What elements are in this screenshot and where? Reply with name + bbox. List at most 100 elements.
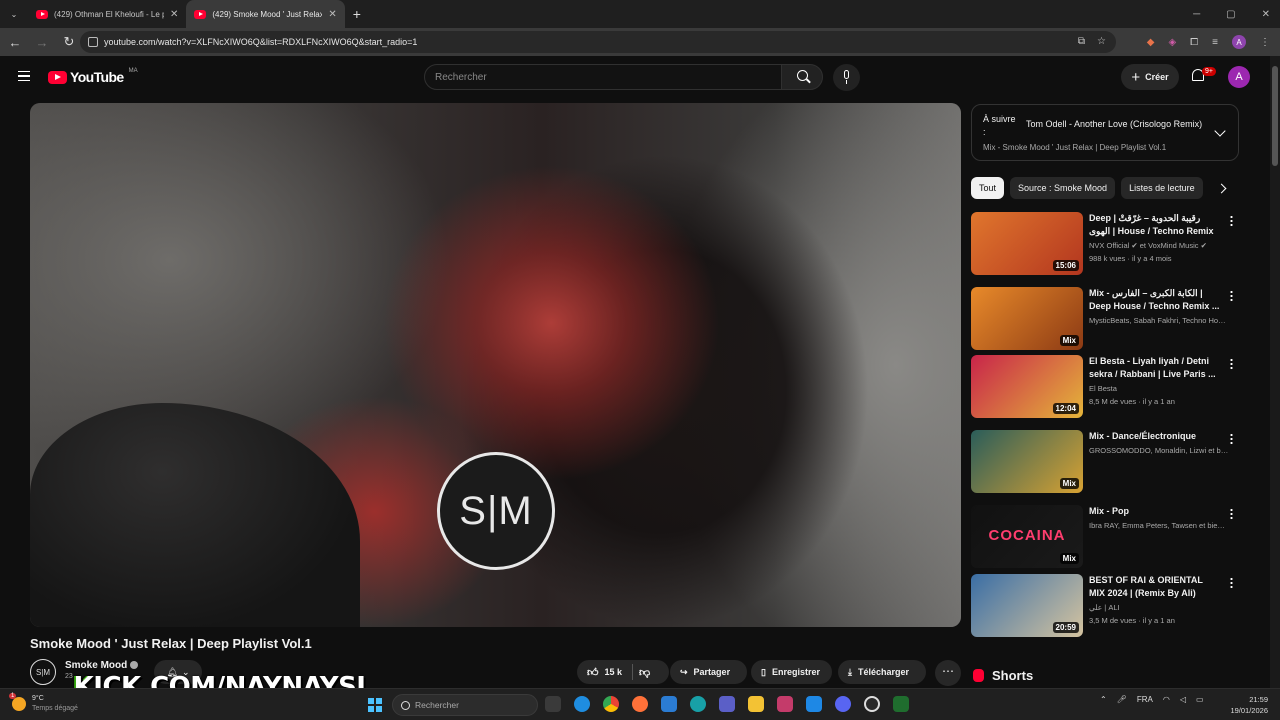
- tab-title: (429) Othman El Kheloufi - Le p: [54, 9, 164, 19]
- reload-icon[interactable]: ↻: [57, 34, 81, 50]
- more-actions-button[interactable]: ⋯: [935, 660, 961, 686]
- forward-icon[interactable]: →: [30, 35, 54, 50]
- chip-playlists[interactable]: Listes de lecture: [1121, 177, 1203, 199]
- like-count[interactable]: 15 k: [605, 667, 623, 677]
- recommendation-item[interactable]: COCAINA Mix Mix - Pop Ibra RAY, Emma Peters…: [971, 505, 1239, 569]
- file-explorer-icon[interactable]: [748, 696, 764, 712]
- channel-avatar[interactable]: S|M: [30, 659, 56, 685]
- video-thumbnail[interactable]: COCAINA Mix: [971, 505, 1083, 568]
- download-button[interactable]: ⤓ Télécharger: [838, 660, 926, 684]
- tab-close-icon[interactable]: ✕: [170, 9, 178, 20]
- wifi-icon[interactable]: ◠: [1163, 695, 1170, 704]
- video-thumbnail[interactable]: Mix: [971, 430, 1083, 493]
- more-options-icon[interactable]: [1230, 577, 1233, 588]
- video-player[interactable]: S|M: [30, 103, 961, 627]
- more-options-icon[interactable]: [1230, 508, 1233, 519]
- up-next-panel[interactable]: À suivre : Tom Odell - Another Love (Cri…: [971, 104, 1239, 161]
- browser-tab-2[interactable]: (429) Smoke Mood ' Just Relax ✕: [186, 0, 345, 28]
- save-button[interactable]: ▯ Enregistrer: [751, 660, 832, 684]
- share-button[interactable]: ↪ Partager: [670, 660, 747, 684]
- task-view-icon[interactable]: [545, 696, 561, 712]
- recommendation-title[interactable]: Mix - Dance/Électronique: [1089, 430, 1221, 443]
- browser-menu-icon[interactable]: ⋮: [1260, 37, 1270, 48]
- clock[interactable]: 21:59 19/01/2026: [1222, 694, 1268, 716]
- extension-fox-icon[interactable]: ◆: [1147, 37, 1155, 48]
- recommendation-item[interactable]: Mix Mix - Dance/Électronique GROSSOMODDO, …: [971, 430, 1239, 494]
- tab-list-chevron-icon[interactable]: ⌄: [4, 4, 24, 24]
- youtube-logo[interactable]: YouTube MA: [48, 68, 138, 85]
- recommendation-channel[interactable]: NVX Official ✔ et VoxMind Music ✔: [1089, 241, 1229, 250]
- snipping-tool-icon[interactable]: [777, 696, 793, 712]
- more-options-icon[interactable]: [1230, 215, 1233, 226]
- extension-shield-icon[interactable]: ◈: [1168, 37, 1176, 48]
- reading-list-icon[interactable]: ≡: [1212, 37, 1218, 48]
- more-options-icon[interactable]: [1230, 433, 1233, 444]
- new-tab-button[interactable]: +: [353, 6, 361, 22]
- browser-tab-1[interactable]: (429) Othman El Kheloufi - Le p ✕: [28, 0, 186, 28]
- address-bar[interactable]: youtube.com/watch?v=XLFNcXIWO6Q&list=RDX…: [80, 31, 1116, 53]
- recommendation-title[interactable]: Deep | رقيبة الحدوبة – غرّقتْ الهوى | Ho…: [1089, 212, 1221, 238]
- dislike-icon[interactable]: 👎︎: [639, 666, 650, 679]
- extensions-puzzle-icon[interactable]: ⧠: [1190, 37, 1198, 48]
- create-button[interactable]: + Créer: [1121, 64, 1179, 90]
- voice-search-button[interactable]: [833, 64, 860, 91]
- page-scrollbar[interactable]: [1270, 56, 1280, 688]
- tray-overflow-icon[interactable]: ⌃: [1100, 695, 1107, 704]
- recommendation-title[interactable]: Mix - الكابة الكبرى – الفارس | Deep Hous…: [1089, 287, 1221, 313]
- scrollbar-thumb[interactable]: [1272, 66, 1278, 166]
- chip-all[interactable]: Tout: [971, 177, 1005, 199]
- menu-icon[interactable]: [18, 71, 30, 81]
- like-icon[interactable]: 👍︎: [587, 666, 599, 679]
- more-options-icon[interactable]: [1230, 290, 1233, 301]
- video-thumbnail[interactable]: Mix: [971, 287, 1083, 350]
- site-info-icon[interactable]: [88, 37, 98, 47]
- windows-start-icon[interactable]: [368, 698, 382, 712]
- edge-icon[interactable]: [574, 696, 590, 712]
- recommendation-item[interactable]: 20:59 BEST OF RAI & ORIENTAL MIX 2024 | (…: [971, 574, 1239, 638]
- browser-profile-avatar[interactable]: A: [1232, 35, 1246, 49]
- weather-widget[interactable]: 1 9°C Temps dégagé: [9, 693, 78, 714]
- obs-icon[interactable]: [864, 696, 880, 712]
- discord-icon[interactable]: [835, 696, 851, 712]
- video-thumbnail[interactable]: 12:04: [971, 355, 1083, 418]
- recommendation-title[interactable]: El Besta - Liyah liyah / Detni sekra / R…: [1089, 355, 1221, 381]
- recommendation-channel[interactable]: MysticBeats, Sabah Fakhri, Techno House.…: [1089, 316, 1229, 325]
- battery-icon[interactable]: ▭: [1196, 695, 1204, 704]
- chip-source[interactable]: Source : Smoke Mood: [1010, 177, 1116, 199]
- window-controls: ─ ▢ ✕: [1193, 0, 1270, 28]
- recommendation-item[interactable]: 12:04 El Besta - Liyah liyah / Detni sekr…: [971, 355, 1239, 419]
- account-avatar[interactable]: A: [1228, 66, 1250, 88]
- recommendation-channel[interactable]: Ibra RAY, Emma Peters, Tawsen et bien pl…: [1089, 521, 1229, 530]
- recommendation-channel[interactable]: علي | ALI: [1089, 603, 1229, 612]
- install-app-icon[interactable]: ⧉: [1078, 36, 1085, 47]
- vscode-icon[interactable]: [806, 696, 822, 712]
- bookmark-star-icon[interactable]: ☆: [1097, 36, 1106, 47]
- microphone-tray-icon[interactable]: 🎤︎: [1117, 695, 1127, 704]
- recommendation-title[interactable]: BEST OF RAI & ORIENTAL MIX 2024 | (Remix…: [1089, 574, 1221, 600]
- teams-icon[interactable]: [719, 696, 735, 712]
- terminal-icon[interactable]: [893, 696, 909, 712]
- video-thumbnail[interactable]: 20:59: [971, 574, 1083, 637]
- recommendation-item[interactable]: Mix Mix - الكابة الكبرى – الفارس | Deep H…: [971, 287, 1239, 351]
- recommendation-item[interactable]: 15:06 Deep | رقيبة الحدوبة – غرّقتْ الهوى…: [971, 212, 1239, 276]
- recommendation-channel[interactable]: GROSSOMODDO, Monaldin, Lizwi et bien plu…: [1089, 446, 1229, 455]
- search-button[interactable]: [781, 64, 823, 90]
- firefox-icon[interactable]: [632, 696, 648, 712]
- recommendation-title[interactable]: Mix - Pop: [1089, 505, 1221, 518]
- search-input[interactable]: Rechercher: [424, 64, 782, 90]
- minimize-icon[interactable]: ─: [1193, 9, 1200, 20]
- tab-close-icon[interactable]: ✕: [328, 9, 336, 20]
- close-window-icon[interactable]: ✕: [1262, 9, 1270, 20]
- store-icon[interactable]: [661, 696, 677, 712]
- video-thumbnail[interactable]: 15:06: [971, 212, 1083, 275]
- recommendation-channel[interactable]: El Besta: [1089, 384, 1229, 393]
- volume-icon[interactable]: ◁: [1180, 695, 1186, 704]
- language-indicator[interactable]: FRA: [1137, 695, 1153, 704]
- more-options-icon[interactable]: [1230, 358, 1233, 369]
- taskbar-search-input[interactable]: Rechercher: [392, 694, 538, 716]
- url-text: youtube.com/watch?v=XLFNcXIWO6Q&list=RDX…: [104, 37, 418, 47]
- maximize-icon[interactable]: ▢: [1226, 9, 1235, 20]
- back-icon[interactable]: ←: [3, 35, 27, 50]
- chrome-icon[interactable]: [603, 696, 619, 712]
- messenger-icon[interactable]: [690, 696, 706, 712]
